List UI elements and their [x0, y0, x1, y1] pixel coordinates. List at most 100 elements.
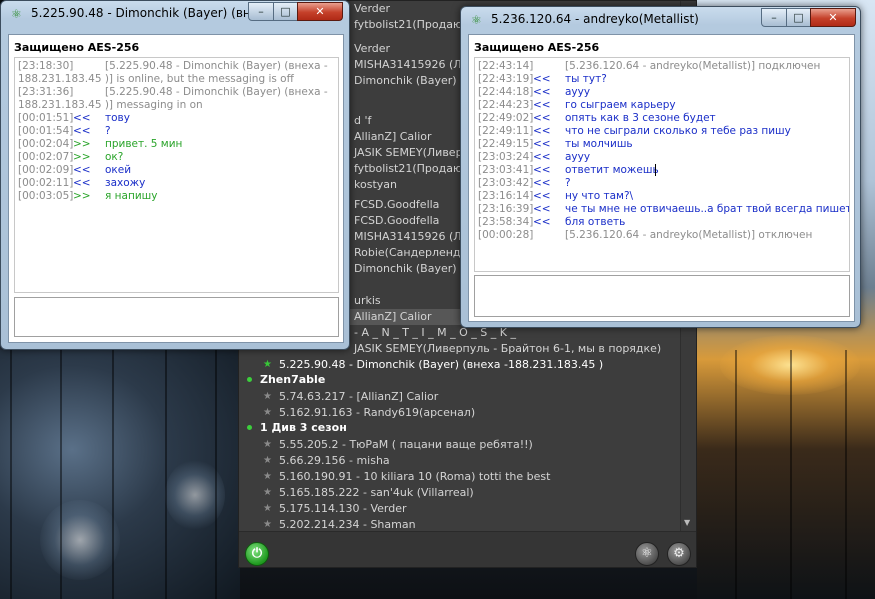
contact-row[interactable]: ★ 5.175.114.130 - Verder — [239, 501, 682, 517]
desktop-plank-line — [790, 350, 792, 599]
message-direction: >> — [73, 190, 91, 202]
message-timestamp: 188.231.183.45 )] is online, but the mes… — [18, 73, 294, 85]
message-timestamp: [23:16:39] — [478, 203, 534, 215]
desktop-plank-line — [60, 350, 62, 599]
contact-name: 5.74.63.217 - [AllianZ] Calior — [279, 390, 439, 403]
message-text: ну что там?\ — [565, 190, 634, 202]
minimize-icon: – — [258, 5, 264, 18]
close-button[interactable]: ✕ — [810, 8, 856, 27]
contact-group[interactable]: 1 Див 3 сезон — [239, 419, 682, 436]
message-timestamp: [22:49:02] — [478, 112, 534, 124]
contact-group[interactable]: Zhen7able — [239, 371, 682, 388]
star-icon: ★ — [263, 455, 272, 466]
settings-button[interactable]: ⚙ — [667, 542, 691, 566]
close-button[interactable]: ✕ — [297, 2, 343, 21]
contact-row[interactable]: ★ 5.66.29.156 - misha — [239, 453, 682, 469]
message-text: [5.236.120.64 - andreyko(Metallist)] отк… — [565, 229, 813, 241]
message-text: ты молчишь — [565, 138, 633, 150]
minimize-button[interactable]: – — [761, 8, 787, 27]
contact-name: 5.55.205.2 - ТюРаМ ( пацани ваще ребята!… — [279, 438, 533, 451]
message-direction: << — [533, 216, 551, 228]
contact-name: JASIK SEMEY(Ливерп — [354, 146, 470, 159]
message-text: тову — [105, 112, 130, 124]
message-direction: << — [533, 190, 551, 202]
star-icon: ★ — [263, 391, 272, 402]
chat-window-right: ⚛ 5.236.120.64 - andreyko(Metallist) – □… — [460, 6, 861, 328]
message-timestamp: [22:49:11] — [478, 125, 534, 137]
message-timestamp: 188.231.183.45 )] messaging in on — [18, 99, 203, 111]
star-icon: ★ — [263, 471, 272, 482]
network-icon: ⚛ — [471, 13, 482, 27]
desktop-reflection — [40, 500, 120, 580]
message-timestamp: [00:01:51] — [18, 112, 74, 124]
message-text: окей — [105, 164, 132, 176]
message-timestamp: [23:31:36] — [18, 86, 74, 98]
scroll-down-arrow-icon[interactable]: ▼ — [684, 518, 690, 527]
minimize-button[interactable]: – — [248, 2, 274, 21]
message-timestamp: [00:02:09] — [18, 164, 74, 176]
message-timestamp: [00:01:54] — [18, 125, 74, 137]
contact-row[interactable]: ★ 5.55.205.2 - ТюРаМ ( пацани ваще ребята… — [239, 437, 682, 453]
encryption-label: Защищено AES-256 — [474, 41, 600, 54]
contact-name: 5.160.190.91 - 10 kiliara 10 (Roma) tott… — [279, 470, 551, 483]
message-input[interactable] — [474, 275, 850, 317]
message-timestamp: [23:03:41] — [478, 164, 534, 176]
contact-name: FCSD.Goodfella — [354, 214, 440, 227]
message-direction: << — [533, 86, 551, 98]
maximize-button[interactable]: □ — [273, 2, 298, 21]
message-text: ? — [565, 177, 571, 189]
group-status-dot-icon — [247, 425, 252, 430]
contact-name: 5.165.185.222 - san'4uk (Villarreal) — [279, 486, 474, 499]
maximize-icon: □ — [793, 11, 804, 24]
message-timestamp: [00:02:07] — [18, 151, 74, 163]
maximize-button[interactable]: □ — [786, 8, 811, 27]
message-text: ты тут? — [565, 73, 607, 85]
message-input[interactable] — [14, 297, 339, 337]
contact-name: d 'f — [354, 114, 372, 127]
message-timestamp: [00:02:04] — [18, 138, 74, 150]
message-text: [5.236.120.64 - andreyko(Metallist)] под… — [565, 60, 821, 72]
message-direction: << — [533, 177, 551, 189]
power-button[interactable]: ⏻ — [245, 542, 269, 566]
star-icon: ★ — [263, 439, 272, 450]
contact-name: urkis — [354, 294, 381, 307]
network-icon: ⚛ — [11, 7, 22, 21]
message-text: ауyy — [565, 86, 591, 98]
contact-row[interactable]: ★ 5.165.185.222 - san'4uk (Villarreal) — [239, 485, 682, 501]
message-text: бля ответь — [565, 216, 626, 228]
message-direction: << — [533, 138, 551, 150]
message-timestamp: [23:18:30] — [18, 60, 74, 72]
contact-name: fytbolist21(Продаю — [354, 18, 463, 31]
contact-group-label: Zhen7able — [260, 373, 326, 386]
network-button[interactable]: ⚛ — [635, 542, 659, 566]
contact-name: Verder — [354, 2, 391, 15]
window-controls: – □ ✕ — [761, 8, 857, 27]
desktop-plank-line — [10, 350, 12, 599]
power-icon: ⏻ — [251, 546, 263, 561]
group-status-dot-icon — [247, 377, 252, 382]
message-log[interactable]: [22:43:14] [5.236.120.64 - andreyko(Metal… — [474, 57, 850, 272]
message-timestamp: [23:16:14] — [478, 190, 534, 202]
message-text: захожу — [105, 177, 146, 189]
text-cursor — [655, 164, 656, 176]
contact-name: FCSD.Goodfella — [354, 198, 440, 211]
contact-row[interactable]: ★ 5.74.63.217 - [AllianZ] Calior — [239, 389, 682, 405]
message-direction: << — [533, 164, 551, 176]
desktop-plank-line — [112, 350, 114, 599]
title-bar[interactable]: ⚛ 5.236.120.64 - andreyko(Metallist) – □… — [461, 7, 860, 33]
chat-window-left: ⚛ 5.225.90.48 - Dimonchik (Bayer) (внеха… — [0, 0, 350, 350]
message-direction: >> — [73, 138, 91, 150]
contact-name: Robie(Сандерленд) — [354, 246, 465, 259]
title-bar[interactable]: ⚛ 5.225.90.48 - Dimonchik (Bayer) (внеха… — [1, 1, 349, 27]
contact-name: Verder — [354, 42, 391, 55]
message-text: го сыграем карьеру — [565, 99, 676, 111]
contact-name: fytbolist21(Продаю — [354, 162, 463, 175]
contact-row[interactable]: ★ 5.202.214.234 - Shaman — [239, 517, 682, 531]
chat-client-area: Защищено AES-256 [23:18:30] [5.225.90.48 … — [8, 34, 344, 343]
message-log[interactable]: [23:18:30] [5.225.90.48 - Dimonchik (Baye… — [14, 57, 339, 293]
contact-row[interactable]: ★ 5.160.190.91 - 10 kiliara 10 (Roma) tot… — [239, 469, 682, 485]
window-controls: – □ ✕ — [248, 2, 344, 21]
desktop-plank-line — [165, 350, 167, 599]
message-timestamp: [22:43:14] — [478, 60, 534, 72]
message-timestamp: [23:03:42] — [478, 177, 534, 189]
